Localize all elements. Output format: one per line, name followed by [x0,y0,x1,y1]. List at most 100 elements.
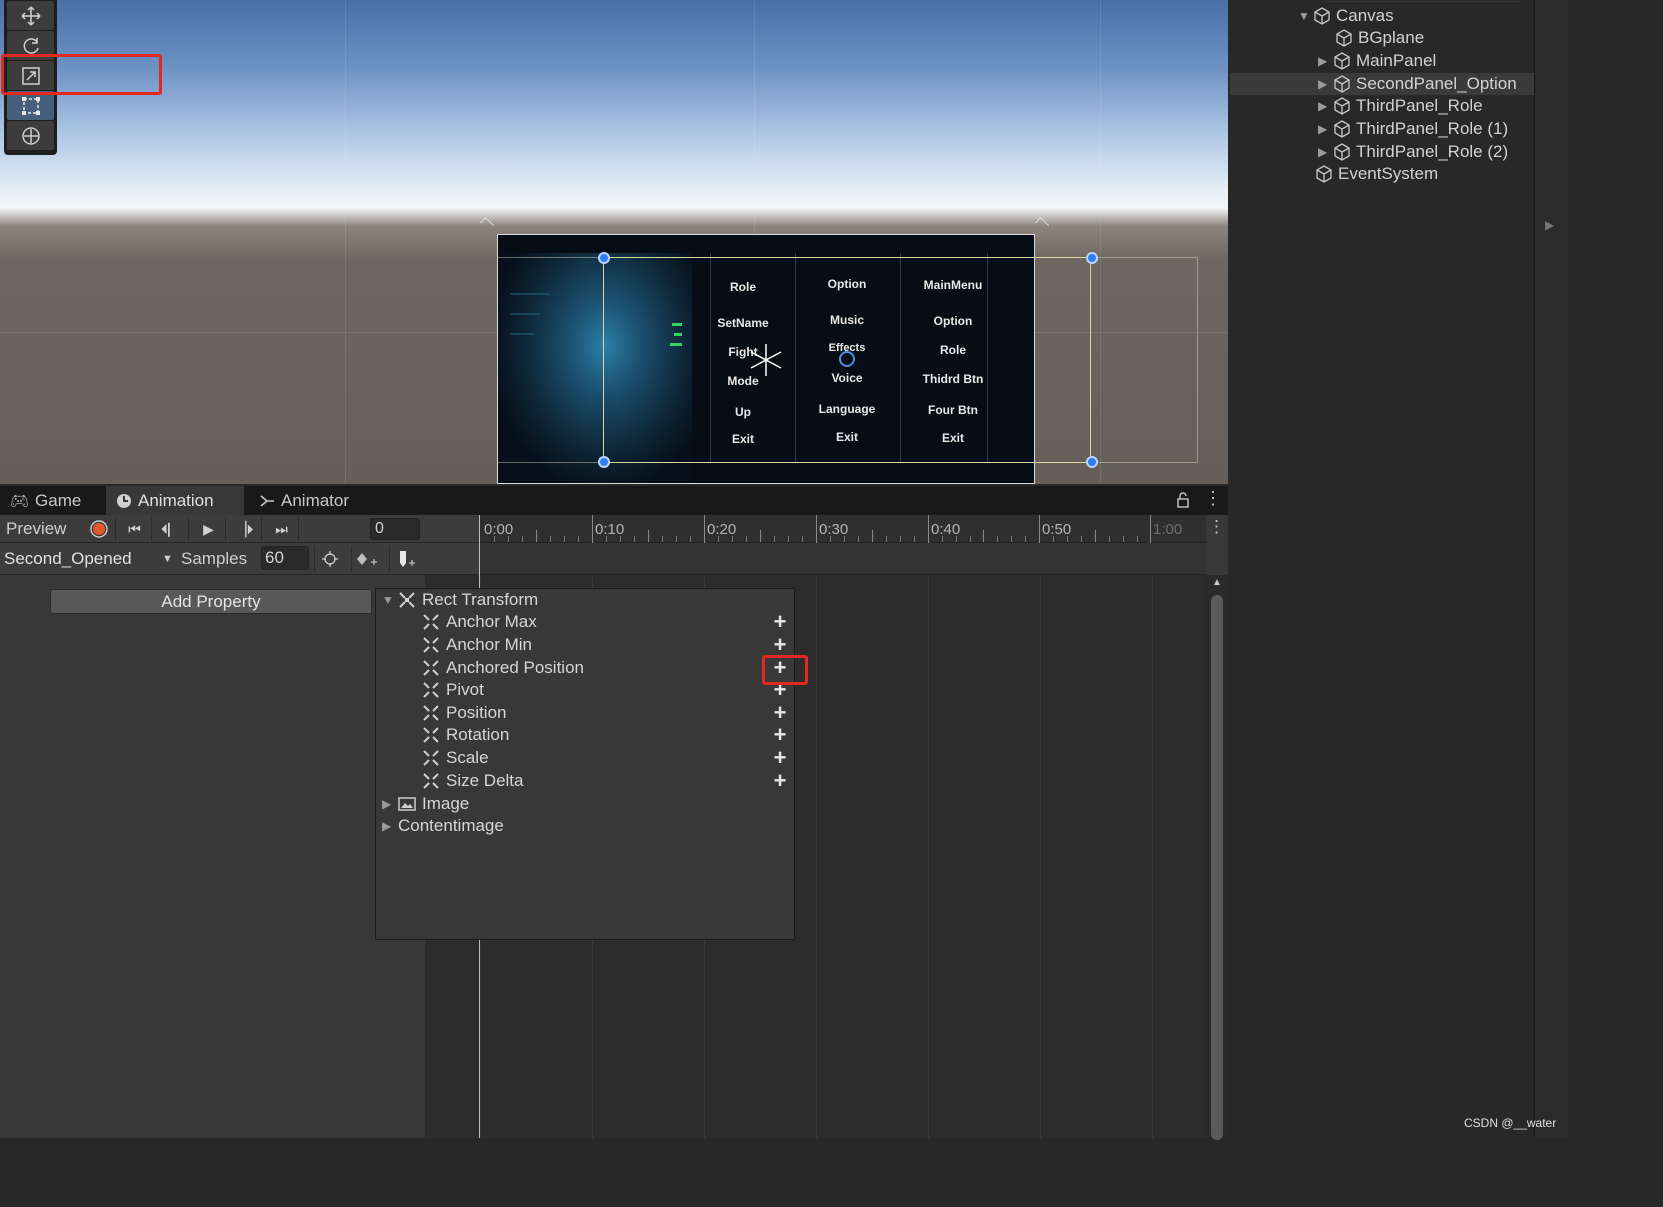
rect-handle-bottom-right[interactable] [1086,456,1098,468]
expand-arrow-icon[interactable]: ▶ [1318,54,1332,68]
ruler-tick [1025,536,1026,542]
add-property-button[interactable]: Add Property [50,589,372,614]
ruler-tick [494,536,495,542]
move-tool-button[interactable] [7,1,54,30]
ruler-tick [760,530,761,542]
ruler-tick [1137,536,1138,542]
hierarchy-item-label: EventSystem [1338,164,1439,183]
gameobject-cube-icon [1334,75,1350,93]
record-button[interactable] [82,517,116,541]
gameobject-cube-icon [1334,97,1350,115]
add-rotation-button[interactable]: + [770,724,790,746]
add-keyframe-button[interactable] [351,546,381,572]
expand-arrow-icon[interactable]: ▶ [1318,77,1332,91]
rect-transform-icon [399,592,415,608]
next-key-icon: ▕⏵︎ [235,520,254,537]
scrollbar-thumb[interactable] [1211,595,1223,1140]
add-event-icon [399,551,415,567]
add-anchor-max-button[interactable]: + [770,611,790,633]
rect-transform-icon [423,637,439,653]
property-label: Pivot [446,680,484,699]
scroll-up-icon[interactable]: ▲ [1212,577,1222,588]
rect-transform-group[interactable]: ▼ Rect Transform [376,589,796,611]
ruler-tick [928,515,929,543]
ruler-tick [900,536,901,542]
timeline-ruler[interactable]: 0:00 0:10 0:20 0:30 0:40 0:50 1:00 [480,515,1206,543]
play-button[interactable]: ▶ [192,517,226,541]
samples-input[interactable]: 60 [261,546,309,570]
property-label: Rotation [446,725,510,744]
add-anchor-min-button[interactable]: + [770,634,790,656]
add-event-button[interactable] [389,546,419,572]
gameobject-cube-icon [1336,29,1352,47]
rect-handle-top-left[interactable] [598,252,610,264]
ruler-tick [550,536,551,542]
tab-label: Animation [138,490,214,510]
property-position: Position + [376,702,796,724]
next-key-button[interactable]: ▕⏵︎ [228,517,262,541]
ruler-tick [690,536,691,542]
hierarchy-item-thirdpanel-role-1[interactable]: ▶ ThirdPanel_Role (1) [1230,118,1534,140]
rect-transform-icon [423,660,439,676]
expand-arrow-icon[interactable]: ▼ [382,593,398,607]
filter-by-selection-button[interactable] [314,546,344,572]
hierarchy-item-mainpanel[interactable]: ▶ MainPanel [1230,50,1534,72]
ruler-tick [983,530,984,542]
tab-animator[interactable]: Animator [249,486,369,515]
more-options-icon[interactable]: ⋮ [1204,488,1222,509]
gamepad-icon: 🎮︎ [10,492,30,510]
hierarchy-panel: ▼ Canvas BGplane ▶ MainPanel ▶ SecondPan… [1230,0,1534,1138]
lock-icon[interactable] [1176,492,1190,508]
hierarchy-item-secondpanel-option[interactable]: ▶ SecondPanel_Option [1230,73,1534,95]
ruler-tick [620,536,621,542]
rect-transform-icon [423,682,439,698]
scene-view[interactable]: Role SetName Fight Mode Up Exit Option M… [0,0,1228,484]
property-label: Anchored Position [446,658,584,677]
hierarchy-item-bgplane[interactable]: BGplane [1230,27,1534,49]
vertical-scrollbar[interactable]: ▲ [1206,575,1228,1140]
rect-handle-bottom-left[interactable] [598,456,610,468]
first-key-button[interactable]: ⏮ [118,517,152,541]
transform-tool-button[interactable] [7,121,54,150]
collapsed-arrow-icon[interactable]: ▶ [1545,218,1554,232]
clip-dropdown[interactable]: Second_Opened ▼ [0,543,176,574]
rect-transform-icon [423,773,439,789]
rect-tool-button[interactable] [7,91,54,120]
hierarchy-item-label: BGplane [1358,28,1425,47]
move-tool-icon [20,5,41,26]
previous-key-button[interactable]: ⏴︎▏ [155,517,189,541]
ruler-tick [746,536,747,542]
add-position-button[interactable]: + [770,702,790,724]
add-size-delta-button[interactable]: + [770,770,790,792]
last-key-button[interactable]: ⏭ [265,517,299,541]
gameobject-cube-icon [1334,120,1350,138]
record-icon [89,520,108,538]
expand-arrow-icon[interactable]: ▶ [382,819,398,833]
preview-button[interactable]: Preview [6,519,66,539]
expand-arrow-icon[interactable]: ▶ [1318,122,1332,136]
hierarchy-item-eventsystem[interactable]: EventSystem [1230,163,1534,185]
previous-key-icon: ⏴︎▏ [161,520,182,537]
tab-animation[interactable]: Animation [106,486,244,515]
tab-game[interactable]: 🎮︎ Game [0,486,106,515]
frame-input[interactable]: 0 [370,518,420,540]
ruler-tick [1150,515,1151,543]
rect-handle-top-right[interactable] [1086,252,1098,264]
expand-arrow-icon[interactable]: ▶ [1318,145,1332,159]
event-track[interactable] [480,543,1206,575]
time-label: 1:00 [1153,521,1183,538]
expand-arrow-icon[interactable]: ▶ [382,797,398,811]
contentimage-group[interactable]: ▶ Contentimage [376,815,796,837]
ruler-tick [648,530,649,542]
play-icon: ▶ [203,520,214,537]
expand-arrow-icon[interactable]: ▶ [1318,99,1332,113]
expand-arrow-icon[interactable]: ▼ [1298,9,1312,23]
image-component-group[interactable]: ▶ Image [376,793,796,815]
hierarchy-item-thirdpanel-role[interactable]: ▶ ThirdPanel_Role [1230,95,1534,117]
hierarchy-item-thirdpanel-role-2[interactable]: ▶ ThirdPanel_Role (2) [1230,141,1534,163]
add-scale-button[interactable]: + [770,747,790,769]
timeline-options-icon[interactable]: ⋮ [1208,517,1225,537]
ruler-tick [732,536,733,542]
ruler-tick [830,536,831,542]
hierarchy-item-canvas[interactable]: ▼ Canvas [1230,5,1534,27]
